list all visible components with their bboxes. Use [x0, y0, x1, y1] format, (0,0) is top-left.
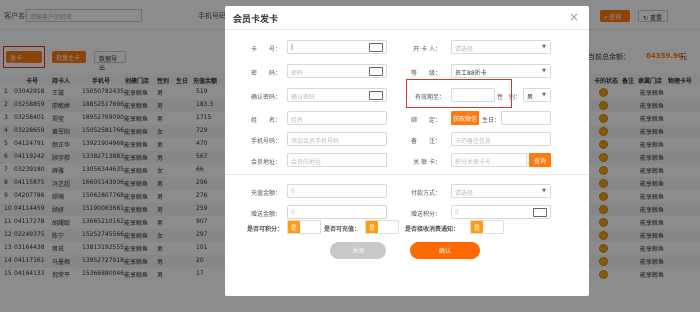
gender-label: 性 别： [496, 94, 521, 101]
dialog-title: 会员卡发卡 [233, 15, 279, 25]
gender-value: 男 [527, 94, 534, 101]
gift-points-input[interactable]: 0 [451, 205, 551, 219]
get-wechat-button[interactable]: 获取微信 [451, 111, 479, 125]
link-card-input[interactable]: 积分关联卡号 [451, 153, 527, 167]
can-recharge-label: 是否可充值： [324, 226, 361, 233]
keyboard-icon[interactable] [369, 43, 383, 52]
recharge-label: 充值金额： [250, 190, 281, 197]
password-input[interactable]: 密码 [287, 64, 387, 78]
issuer-label: 开 卡 人： [413, 46, 441, 53]
level-select[interactable]: 员工88折卡 ▼ [451, 64, 551, 78]
bind-label: 绑 定： [410, 117, 441, 124]
gift-points-value: 0 [455, 209, 459, 216]
link-card-search-button[interactable]: 查询 [529, 153, 551, 167]
keyboard-icon[interactable] [533, 208, 547, 217]
can-points-toggle[interactable]: 是 [287, 220, 321, 234]
link-card-label: 关 联 卡： [413, 159, 441, 166]
address-label: 会员地址： [250, 159, 281, 166]
gift-points-label: 赠送积分： [410, 211, 441, 218]
gender-select[interactable]: 男 ▼ [523, 88, 551, 102]
remark-input[interactable]: 卡的备注信息 [451, 132, 551, 146]
chevron-down-icon: ▼ [542, 92, 546, 98]
level-value: 员工88折卡 [455, 70, 487, 77]
card-no-label: 卡 号： [250, 46, 281, 53]
address-input[interactable]: 会员的地址 [287, 153, 387, 167]
issuer-value: 请选择 [455, 46, 474, 53]
gift-amount-label: 赠送金额： [250, 211, 281, 218]
remark-label: 备 注： [410, 138, 441, 145]
card-no-input[interactable]: | [287, 40, 387, 54]
notify-toggle[interactable]: 是 [470, 220, 504, 234]
name-label: 姓 名： [250, 117, 281, 124]
level-label: 等 级： [410, 70, 441, 77]
notify-label: 是否接收消费通知： [405, 226, 460, 233]
valid-until-label: 有效期至： [414, 94, 445, 101]
card-no-value: | [291, 44, 294, 51]
password-label: 密 码： [250, 70, 281, 77]
can-recharge-toggle[interactable]: 是 [365, 220, 399, 234]
pay-method-value: 请选择 [455, 190, 474, 197]
chevron-down-icon: ▼ [542, 68, 546, 74]
close-dialog-button[interactable]: 关闭 [330, 242, 386, 259]
can-recharge-toggle-on: 是 [366, 221, 378, 233]
birthday-input[interactable] [501, 111, 551, 125]
title-divider [225, 29, 589, 30]
confirm-button[interactable]: 确认 [410, 242, 480, 259]
name-input[interactable]: 姓名 [287, 111, 387, 125]
phone-label: 手机号码： [250, 138, 281, 145]
issue-card-dialog: 会员卡发卡 × 卡 号： | 开 卡 人： 请选择 ▼ 密 码： 密码 等 级： … [225, 6, 589, 296]
can-points-toggle-on: 是 [288, 221, 300, 233]
password-placeholder: 密码 [291, 70, 304, 77]
birthday-label: 生日： [482, 117, 501, 124]
chevron-down-icon: ▼ [542, 44, 546, 50]
confirm-password-label: 确认密码： [250, 94, 281, 101]
keyboard-icon[interactable] [369, 91, 383, 100]
close-icon[interactable]: × [569, 10, 579, 24]
keyboard-icon[interactable] [369, 67, 383, 76]
notify-toggle-on: 是 [471, 221, 483, 233]
can-points-label: 是否可积分： [247, 226, 284, 233]
section-divider [225, 174, 589, 175]
confirm-password-placeholder: 确认密码 [291, 94, 316, 101]
gift-amount-input[interactable]: 0 [287, 205, 387, 219]
recharge-input[interactable]: 0 [287, 184, 387, 198]
page: 客户名称： 请输客户的姓名 手机号码： ⌕ 查询 ↻ 重置 发卡EMl(+) 批… [0, 0, 700, 312]
pay-method-select[interactable]: 请选择 ▼ [451, 184, 551, 198]
phone-input[interactable]: 添加会员手机号码 [287, 132, 387, 146]
pay-method-label: 付款方式： [410, 190, 441, 197]
issuer-select[interactable]: 请选择 ▼ [451, 40, 551, 54]
confirm-password-input[interactable]: 确认密码 [287, 88, 387, 102]
chevron-down-icon: ▼ [542, 188, 546, 194]
